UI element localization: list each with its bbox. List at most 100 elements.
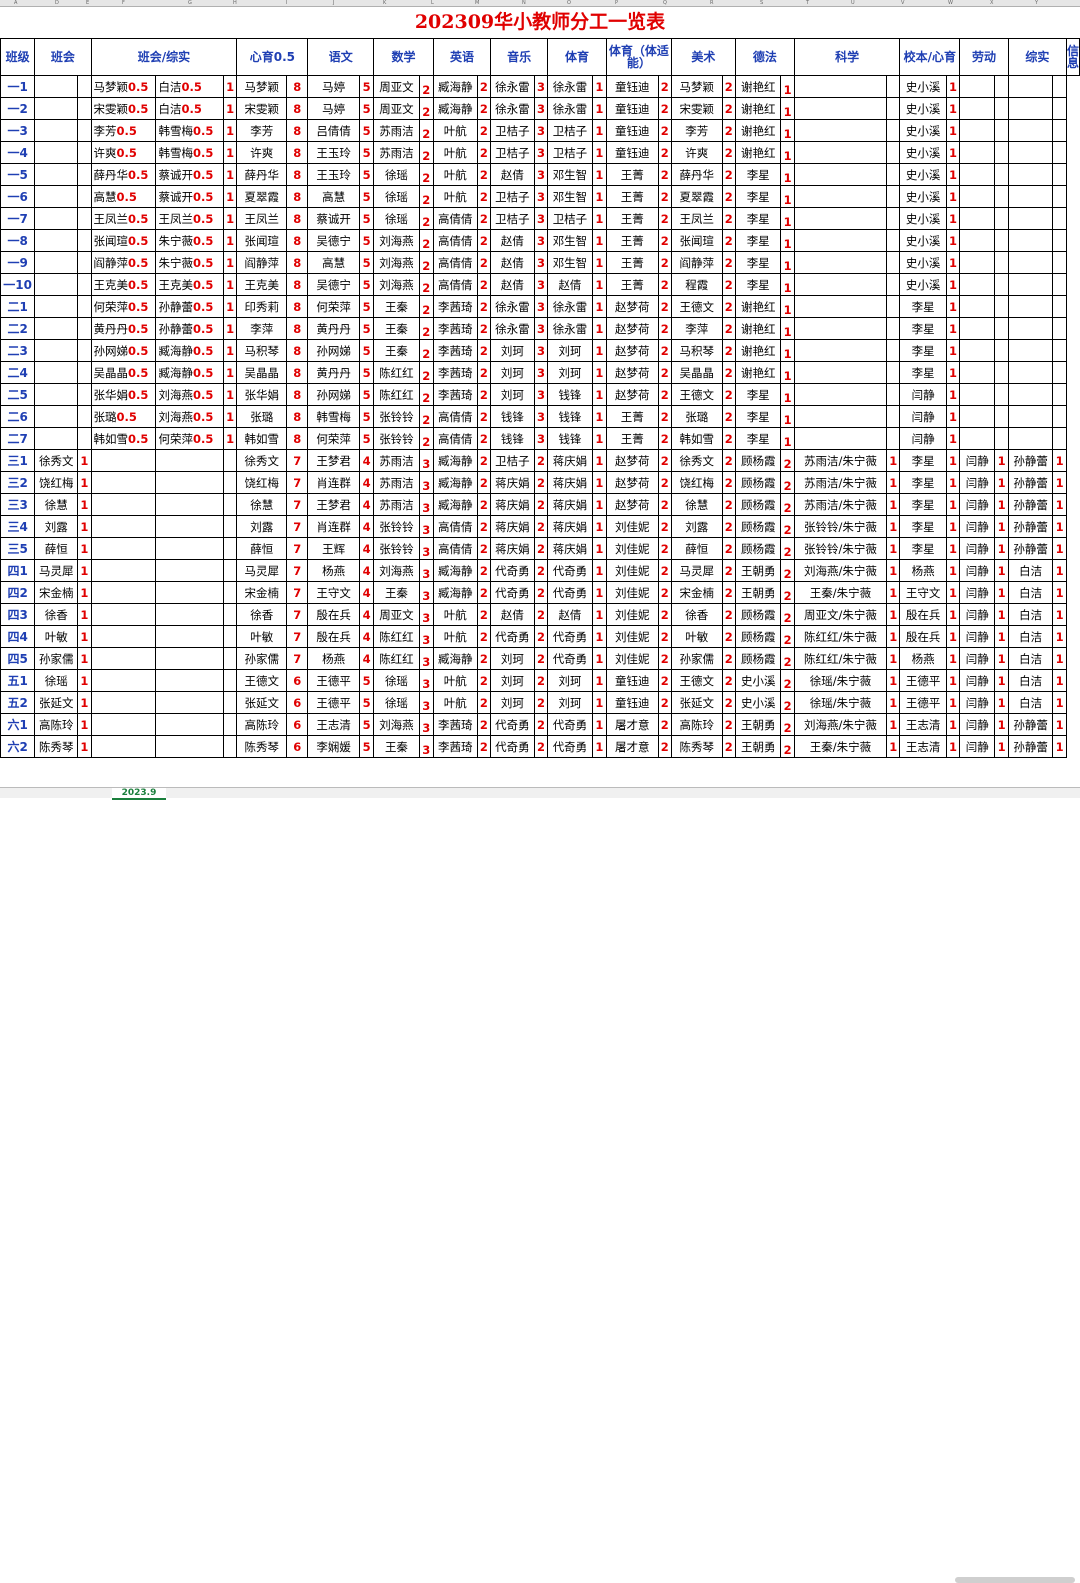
count-cell[interactable] <box>1052 185 1067 208</box>
count-cell[interactable]: 1 <box>780 163 795 186</box>
count-cell[interactable]: 1 <box>1052 515 1067 538</box>
count-cell[interactable]: 1 <box>994 515 1009 538</box>
teacher-cell[interactable]: 闫静 <box>959 449 996 472</box>
count-cell[interactable]: 2 <box>721 625 736 648</box>
teacher-hours-cell[interactable]: 蔡诚开0.5 <box>155 163 225 186</box>
count-cell[interactable] <box>994 273 1009 296</box>
count-cell[interactable]: 2 <box>721 141 736 164</box>
count-cell[interactable]: 1 <box>945 669 961 692</box>
teacher-cell[interactable]: 赵梦荷 <box>605 493 659 516</box>
count-cell[interactable]: 2 <box>476 471 492 494</box>
count-cell[interactable]: 2 <box>476 515 492 538</box>
count-cell[interactable]: 1 <box>591 383 607 406</box>
teacher-cell[interactable]: 谢艳红 <box>734 119 782 142</box>
teacher-cell[interactable]: 臧海静 <box>432 449 478 472</box>
count-cell[interactable]: 2 <box>657 119 672 142</box>
count-cell[interactable]: 5 <box>358 185 375 208</box>
teacher-cell[interactable]: 马灵犀 <box>34 559 79 582</box>
count-cell[interactable] <box>77 317 92 340</box>
count-cell[interactable]: 2 <box>657 625 672 648</box>
teacher-cell[interactable]: 李茜琦 <box>432 713 478 736</box>
teacher-cell[interactable]: 徐瑶 <box>373 691 420 714</box>
teacher-cell[interactable] <box>1007 229 1054 252</box>
teacher-cell[interactable]: 王朝勇 <box>734 735 782 758</box>
count-cell[interactable]: 2 <box>780 603 795 626</box>
teacher-cell[interactable]: 赵梦荷 <box>605 361 659 384</box>
count-cell[interactable]: 3 <box>533 229 549 252</box>
teacher-hours-cell[interactable]: 王凤兰0.5 <box>90 207 157 230</box>
count-cell[interactable]: 3 <box>418 735 434 758</box>
teacher-cell[interactable]: 王志清 <box>307 713 360 736</box>
count-cell[interactable]: 1 <box>77 603 92 626</box>
count-cell[interactable] <box>77 185 92 208</box>
count-cell[interactable]: 2 <box>418 141 434 164</box>
teacher-hours-cell[interactable]: 马梦颖0.5 <box>90 75 157 98</box>
count-cell[interactable]: 2 <box>476 185 492 208</box>
teacher-cell[interactable]: 马梦颖 <box>670 75 723 98</box>
teacher-cell[interactable]: 李星 <box>734 163 782 186</box>
count-cell[interactable]: 3 <box>418 559 434 582</box>
teacher-cell[interactable]: 刘珂 <box>490 669 535 692</box>
count-cell[interactable]: 2 <box>657 537 672 560</box>
count-cell[interactable]: 2 <box>476 207 492 230</box>
count-cell[interactable]: 1 <box>77 559 92 582</box>
count-cell[interactable]: 2 <box>476 559 492 582</box>
count-cell[interactable] <box>223 669 238 692</box>
count-cell[interactable]: 2 <box>476 713 492 736</box>
teacher-cell[interactable]: 童钰迪 <box>605 669 659 692</box>
count-cell[interactable]: 1 <box>223 317 238 340</box>
teacher-cell[interactable]: 马灵犀 <box>670 559 723 582</box>
teacher-hours-cell[interactable] <box>155 625 225 648</box>
count-cell[interactable]: 3 <box>533 97 549 120</box>
class-cell[interactable]: 一3 <box>0 119 36 142</box>
count-cell[interactable]: 1 <box>591 317 607 340</box>
count-cell[interactable]: 1 <box>945 471 961 494</box>
teacher-cell[interactable] <box>34 141 79 164</box>
teacher-cell[interactable]: 刘珂 <box>547 669 593 692</box>
count-cell[interactable]: 1 <box>780 75 795 98</box>
teacher-cell[interactable]: 徐香 <box>670 603 723 626</box>
teacher-cell[interactable]: 王德平 <box>899 691 947 714</box>
count-cell[interactable]: 1 <box>223 119 238 142</box>
count-cell[interactable]: 8 <box>286 361 309 384</box>
teacher-cell[interactable] <box>793 185 888 208</box>
count-cell[interactable] <box>223 515 238 538</box>
count-cell[interactable]: 2 <box>418 185 434 208</box>
count-cell[interactable]: 2 <box>533 515 549 538</box>
teacher-cell[interactable]: 吴德宁 <box>307 273 360 296</box>
teacher-cell[interactable]: 刘露 <box>34 515 79 538</box>
teacher-cell[interactable]: 王菁 <box>605 273 659 296</box>
count-cell[interactable]: 1 <box>945 515 961 538</box>
teacher-cell[interactable]: 李星 <box>899 361 947 384</box>
count-cell[interactable]: 3 <box>418 603 434 626</box>
count-cell[interactable]: 2 <box>476 229 492 252</box>
count-cell[interactable] <box>886 251 901 274</box>
teacher-cell[interactable]: 刘佳妮 <box>605 581 659 604</box>
count-cell[interactable] <box>223 537 238 560</box>
count-cell[interactable] <box>77 75 92 98</box>
count-cell[interactable]: 1 <box>223 141 238 164</box>
teacher-cell[interactable]: 饶红梅 <box>34 471 79 494</box>
teacher-cell[interactable]: 李星 <box>899 493 947 516</box>
teacher-cell[interactable]: 宋雯颖 <box>236 97 288 120</box>
count-cell[interactable] <box>1052 75 1067 98</box>
count-cell[interactable]: 1 <box>945 735 961 758</box>
teacher-cell[interactable]: 韩如雪 <box>670 427 723 450</box>
count-cell[interactable] <box>886 185 901 208</box>
count-cell[interactable] <box>77 229 92 252</box>
teacher-cell[interactable]: 钱锋 <box>547 427 593 450</box>
count-cell[interactable] <box>1052 339 1067 362</box>
teacher-cell[interactable] <box>1007 427 1054 450</box>
count-cell[interactable]: 2 <box>533 559 549 582</box>
class-cell[interactable]: 四2 <box>0 581 36 604</box>
count-cell[interactable] <box>994 97 1009 120</box>
count-cell[interactable]: 1 <box>77 449 92 472</box>
count-cell[interactable]: 3 <box>418 625 434 648</box>
teacher-hours-cell[interactable]: 张璐0.5 <box>90 405 157 428</box>
teacher-cell[interactable]: 薛恒 <box>34 537 79 560</box>
count-cell[interactable]: 2 <box>657 163 672 186</box>
teacher-cell[interactable] <box>793 317 888 340</box>
teacher-cell[interactable]: 苏雨洁/朱宁薇 <box>793 471 888 494</box>
teacher-cell[interactable] <box>793 361 888 384</box>
count-cell[interactable] <box>994 207 1009 230</box>
